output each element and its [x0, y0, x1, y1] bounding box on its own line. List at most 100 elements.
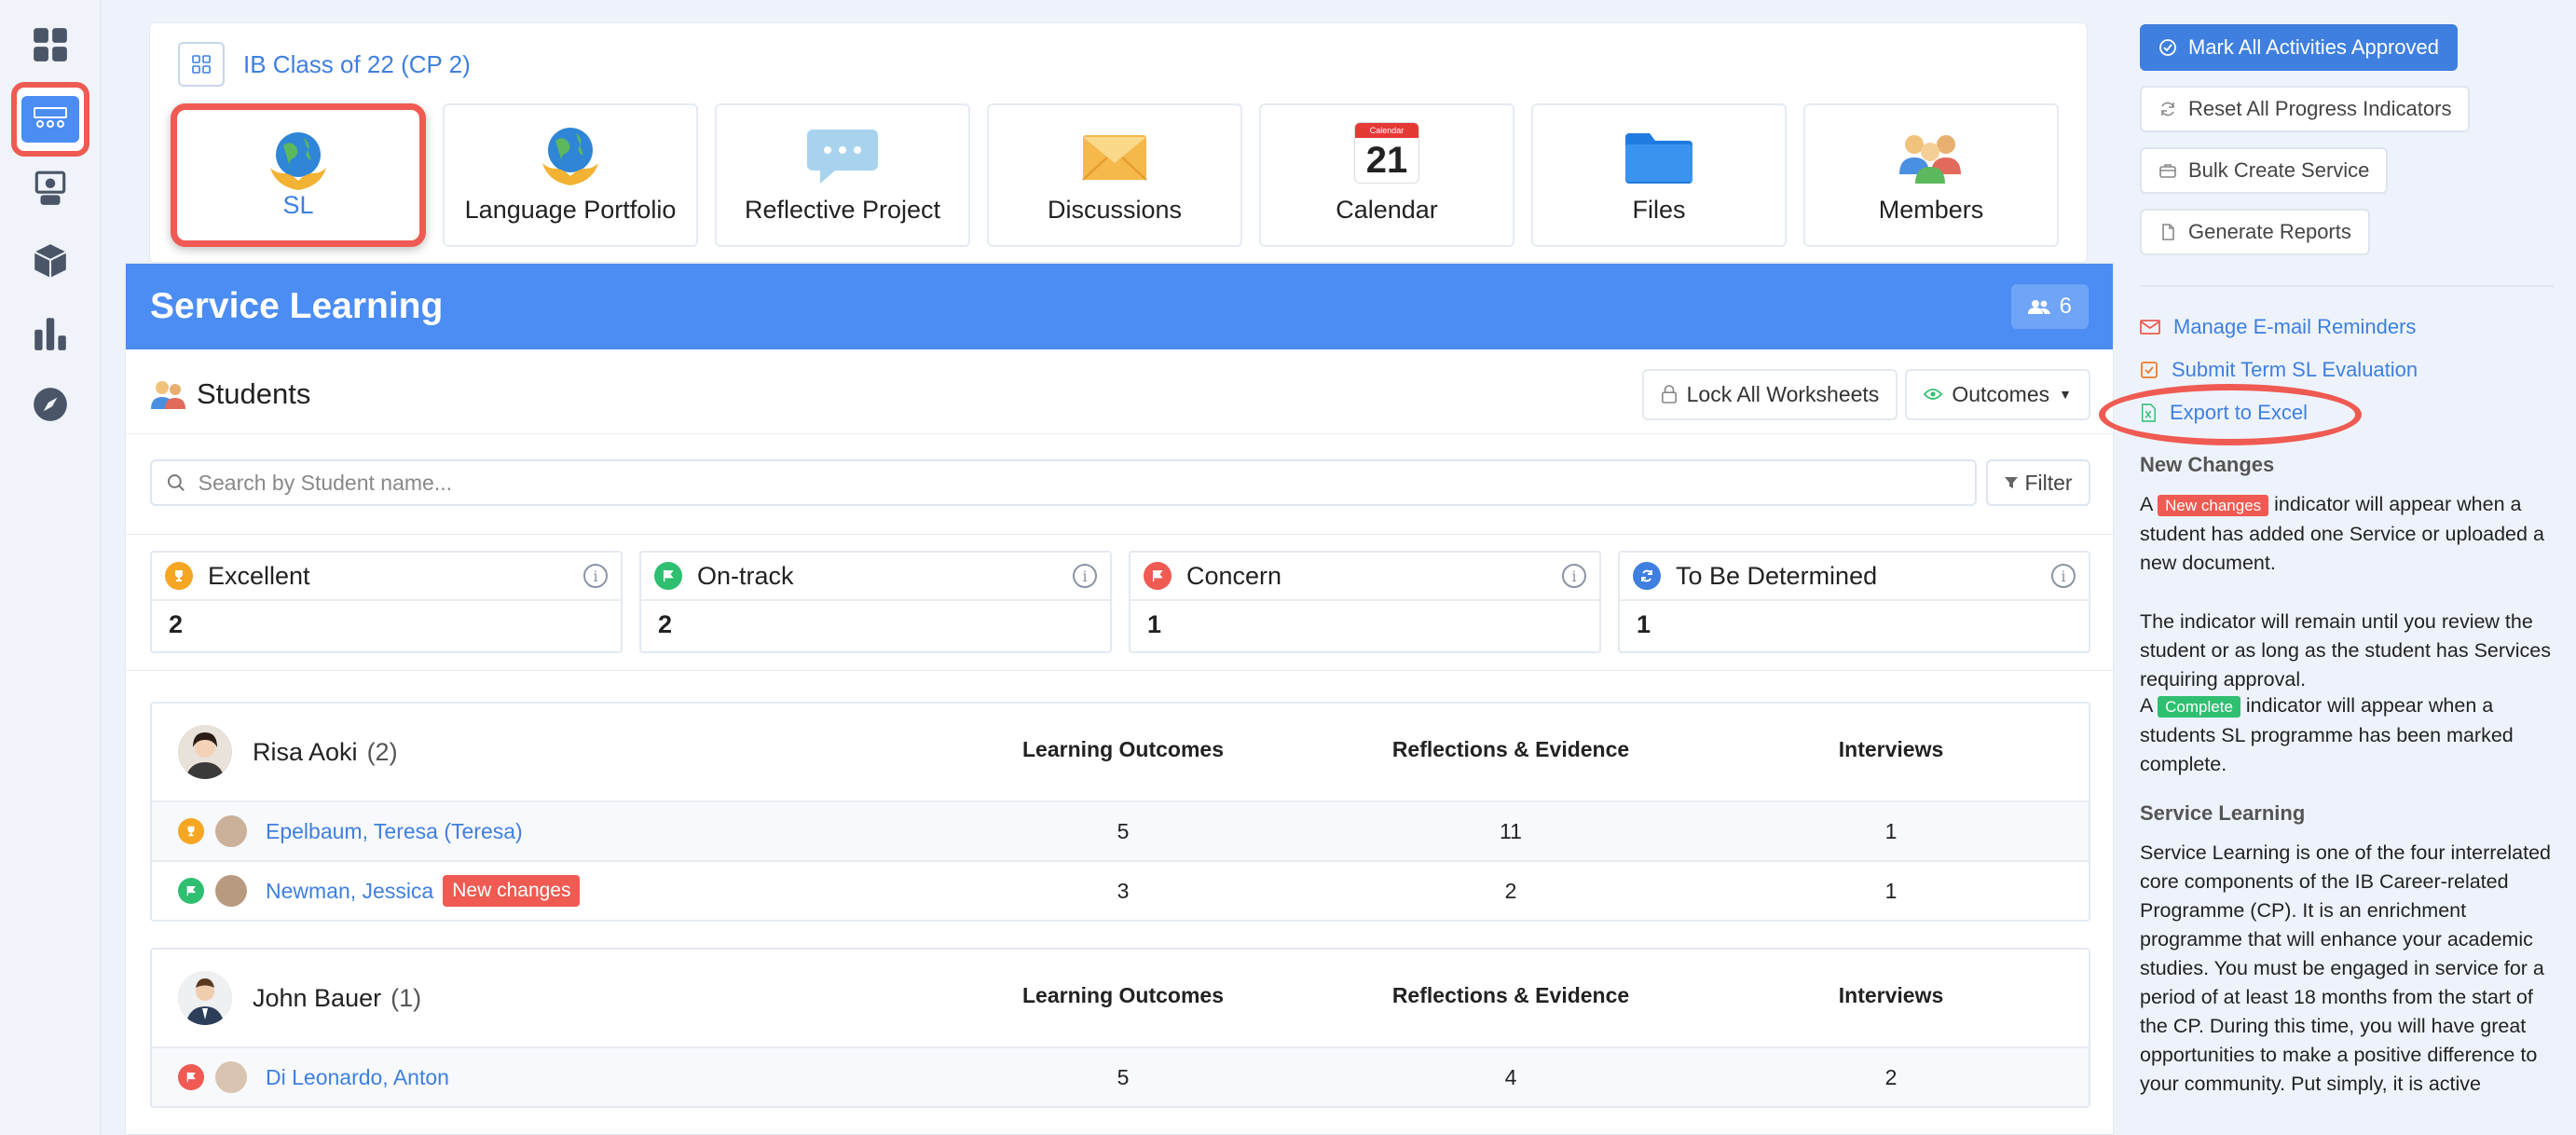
column-reflections: Reflections & Evidence [1391, 983, 1630, 1007]
left-rail [0, 0, 101, 1135]
generate-reports-button[interactable]: Generate Reports [2140, 209, 2370, 255]
student-link[interactable]: Epelbaum, Teresa (Teresa) [266, 819, 523, 844]
folder-icon [1625, 133, 1692, 184]
info-icon[interactable]: i [2051, 564, 2076, 588]
status-card-to-be-determined[interactable]: To Be Determined i 1 [1618, 551, 2090, 653]
panel-header: Service Learning 6 [126, 264, 2113, 349]
trophy-icon [165, 562, 193, 590]
refresh-icon [2161, 102, 2174, 116]
status-card-concern[interactable]: Concern i 1 [1129, 551, 1601, 653]
complete-tag: Complete [2158, 696, 2240, 718]
lock-all-worksheets-button[interactable]: Lock All Worksheets [1641, 368, 1898, 420]
interviews-value: 1 [1884, 878, 1898, 903]
reflections-value: 4 [1504, 1064, 1517, 1089]
advisor-count: (1) [391, 983, 422, 1012]
class-tiles-bar: IB Class of 22 (CP 2) SL Language Portfo… [149, 22, 2088, 263]
avatar [215, 875, 247, 907]
info-icon[interactable]: i [1562, 564, 1586, 588]
students-heading: Students [197, 377, 311, 410]
envelope-icon [1082, 135, 1147, 181]
submit-term-evaluation-link[interactable]: Submit Term SL Evaluation [2140, 358, 2418, 382]
globe-hands-icon [542, 128, 598, 185]
tile-label: Files [1632, 196, 1686, 224]
student-search-input[interactable] [198, 470, 1960, 496]
new-changes-badge: New changes [443, 875, 581, 907]
outcomes-value: 5 [1117, 818, 1130, 843]
grid-icon[interactable] [178, 42, 225, 87]
right-sidebar: Mark All Activities Approved Reset All P… [2117, 0, 2576, 1135]
mark-all-approved-button[interactable]: Mark All Activities Approved [2140, 24, 2459, 71]
divider [126, 433, 2113, 434]
manage-email-reminders-link[interactable]: Manage E-mail Reminders [2140, 315, 2416, 339]
table-row[interactable]: Newman, Jessica New changes 3 2 1 [152, 860, 2089, 920]
chart-icon[interactable] [11, 300, 89, 367]
student-link[interactable]: Newman, Jessica [266, 879, 433, 904]
check-circle-icon [2159, 39, 2176, 56]
new-changes-heading: New Changes [2140, 453, 2275, 476]
speech-bubble-icon [807, 130, 878, 184]
page-title: Service Learning [150, 286, 444, 326]
filter-icon [2005, 477, 2019, 488]
new-changes-tag: New changes [2158, 495, 2269, 516]
advisor-name: John Bauer [253, 983, 382, 1012]
tile-discussions[interactable]: Discussions [987, 103, 1242, 247]
teacher-icon[interactable] [11, 155, 89, 222]
document-icon [2162, 224, 2174, 240]
column-learning-outcomes: Learning Outcomes [1022, 983, 1224, 1007]
table-row[interactable]: Epelbaum, Teresa (Teresa) 5 11 1 [152, 800, 2089, 860]
tile-reflective-project[interactable]: Reflective Project [715, 103, 970, 247]
eye-icon [1924, 389, 1943, 400]
tile-members[interactable]: Members [1803, 103, 2059, 247]
service-learning-text: Service Learning is one of the four inte… [2140, 841, 2552, 1095]
service-learning-heading: Service Learning [2140, 801, 2306, 825]
divider [126, 670, 2113, 671]
column-interviews: Interviews [1838, 737, 1944, 761]
class-name[interactable]: IB Class of 22 (CP 2) [243, 50, 471, 79]
tile-sl[interactable]: SL [171, 103, 426, 247]
compass-icon[interactable] [11, 371, 89, 438]
advisor-group: Risa Aoki (2) Learning Outcomes Reflecti… [150, 702, 2090, 922]
reset-progress-button[interactable]: Reset All Progress Indicators [2140, 86, 2471, 132]
briefcase-icon [2159, 164, 2176, 178]
column-reflections: Reflections & Evidence [1391, 737, 1630, 761]
status-card-excellent[interactable]: Excellent i 2 [150, 551, 623, 653]
table-row[interactable]: Di Leonardo, Anton 5 4 2 [152, 1046, 2089, 1106]
filter-button[interactable]: Filter [1986, 459, 2090, 506]
bulk-create-service-button[interactable]: Bulk Create Service [2140, 147, 2389, 194]
tile-label: Calendar [1336, 196, 1438, 224]
reflections-value: 11 [1500, 818, 1522, 843]
student-link[interactable]: Di Leonardo, Anton [266, 1065, 449, 1090]
avatar [178, 725, 232, 779]
divider [2140, 285, 2554, 287]
tile-label: Discussions [1047, 196, 1183, 224]
status-summary: Excellent i 2 On-track i 2 Concern i 1 T… [150, 551, 2090, 653]
status-count: 1 [1637, 610, 1651, 638]
users-icon [2027, 300, 2050, 314]
tile-language-portfolio[interactable]: Language Portfolio [443, 103, 698, 247]
refresh-icon [1633, 562, 1661, 590]
classes-icon[interactable] [11, 82, 89, 157]
info-icon[interactable]: i [583, 564, 608, 588]
service-learning-panel: Service Learning 6 Students Lock All Wor… [125, 263, 2114, 1135]
status-card-on-track[interactable]: On-track i 2 [639, 551, 1112, 653]
member-count-badge[interactable]: 6 [2010, 284, 2089, 329]
lock-icon [1661, 385, 1677, 403]
people-icon [1899, 135, 1961, 184]
outcomes-value: 5 [1117, 1064, 1130, 1089]
students-toolbar: Students Lock All Worksheets Outcomes ▼ [150, 364, 2090, 424]
outcomes-dropdown[interactable]: Outcomes ▼ [1905, 368, 2090, 420]
students-icon [151, 381, 185, 409]
search-icon [167, 474, 185, 492]
tile-label: SL [282, 191, 314, 219]
tile-files[interactable]: Files [1531, 103, 1787, 247]
cube-icon[interactable] [11, 227, 89, 294]
envelope-icon [2140, 320, 2160, 335]
dashboard-icon[interactable] [11, 11, 89, 78]
search-row: Filter [150, 459, 2090, 506]
interviews-value: 1 [1884, 818, 1898, 843]
info-icon[interactable]: i [1073, 564, 1097, 588]
tile-calendar[interactable]: Calendar 21 Calendar [1259, 103, 1514, 247]
avatar [215, 815, 247, 847]
globe-hands-icon [270, 132, 326, 190]
complete-indicator-text: A Complete indicator will appear when a … [2140, 694, 2514, 775]
